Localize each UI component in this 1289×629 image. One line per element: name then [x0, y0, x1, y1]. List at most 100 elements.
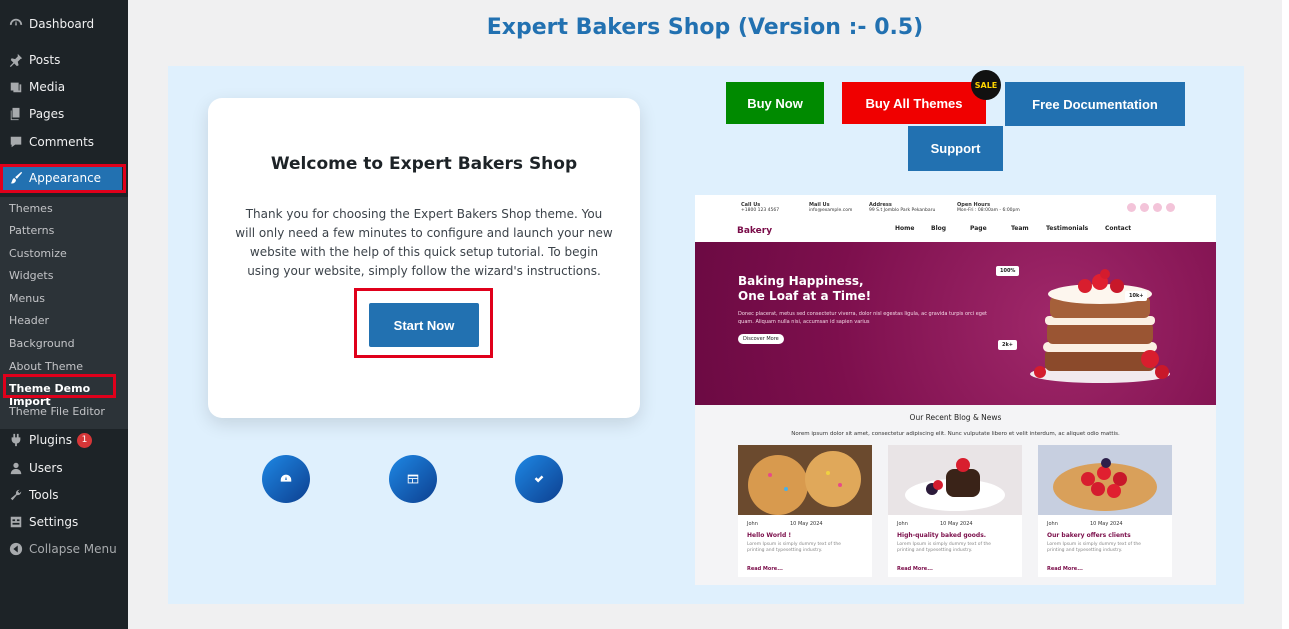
preview-card-title: High-quality baked goods. — [897, 532, 987, 539]
support-button[interactable]: Support — [908, 126, 1003, 171]
free-documentation-button[interactable]: Free Documentation — [1005, 82, 1185, 126]
preview-logo: Bakery — [737, 226, 773, 236]
submenu-patterns[interactable]: Patterns — [9, 224, 54, 237]
preview-mail: Mail Us info@example.com — [809, 203, 852, 214]
menu-media-label: Media — [29, 80, 66, 94]
preview-hero-title-line1: Baking Happiness, — [738, 274, 864, 288]
menu-plugins-label: Plugins — [29, 433, 72, 447]
preview-card-read-more: Read More... — [1047, 566, 1083, 572]
submenu-about-theme[interactable]: About Theme — [9, 360, 83, 373]
start-now-button[interactable]: Start Now — [369, 303, 479, 347]
preview-card-author: John — [1047, 521, 1058, 527]
menu-users-label: Users — [29, 461, 63, 475]
preview-nav-team: Team — [1011, 225, 1029, 232]
submenu-customize[interactable]: Customize — [9, 247, 67, 260]
cookies-image — [738, 445, 872, 515]
preview-hours-value: Mon-Fri : 08:00am - 6:00pm — [957, 208, 1020, 213]
menu-comments-label: Comments — [29, 135, 95, 149]
menu-plugins[interactable]: Plugins 1 — [0, 426, 128, 454]
preview-stat-100: 100% — [996, 266, 1020, 276]
menu-dashboard[interactable]: Dashboard — [0, 10, 128, 38]
submenu-header[interactable]: Header — [9, 314, 49, 327]
preview-card-title: Our bakery offers clients — [1047, 532, 1131, 539]
chocolate-cake-image — [888, 445, 1022, 515]
cake-illustration — [1030, 269, 1170, 383]
preview-nav-blog: Blog — [931, 225, 947, 232]
submenu-background[interactable]: Background — [9, 337, 75, 350]
youtube-icon — [1166, 203, 1175, 212]
plugin-icon — [8, 432, 24, 448]
menu-settings[interactable]: Settings — [0, 508, 128, 536]
instagram-icon — [1153, 203, 1162, 212]
menu-dashboard-label: Dashboard — [29, 17, 95, 31]
preview-hero-title: Baking Happiness, One Loaf at a Time! — [738, 274, 871, 304]
submenu-theme-file-editor[interactable]: Theme File Editor — [9, 405, 105, 418]
preview-card-date: 10 May 2024 — [1090, 521, 1123, 527]
admin-sidebar: Dashboard Posts Media Pages Comments App… — [0, 0, 128, 629]
menu-comments[interactable]: Comments — [0, 128, 128, 156]
preview-card-title: Hello World ! — [747, 532, 792, 539]
submenu-menus[interactable]: Menus — [9, 292, 45, 305]
demo-import-highlight — [3, 374, 116, 398]
sale-badge: SALE — [971, 70, 1001, 100]
preview-header: Call Us +1800 123 4567 Mail Us info@exampl… — [695, 195, 1216, 242]
menu-users[interactable]: Users — [0, 454, 128, 482]
menu-media[interactable]: Media — [0, 73, 128, 101]
preview-discover-button: Discover More — [738, 334, 784, 344]
buy-now-button[interactable]: Buy Now — [726, 82, 824, 124]
strawberry-tart-image — [1038, 445, 1172, 515]
welcome-card: Welcome to Expert Bakers Shop Thank you … — [208, 98, 640, 418]
preview-card-read-more: Read More... — [897, 566, 933, 572]
buy-all-themes-button[interactable]: Buy All Themes — [842, 82, 986, 124]
preview-address: Address 99 S.t Jomblo Park Pekanbaru — [869, 203, 936, 214]
page-title: Expert Bakers Shop (Version :- 0.5) — [486, 15, 924, 40]
preview-nav-home: Home — [895, 225, 915, 232]
preview-stat-10k: 10k+ — [1125, 291, 1148, 301]
preview-card-date: 10 May 2024 — [940, 521, 973, 527]
preview-blog-subtitle: Norem ipsum dolor sit amet, consectetur … — [791, 431, 1120, 437]
preview-nav-contact: Contact — [1105, 225, 1132, 232]
menu-collapse-label: Collapse Menu — [29, 542, 117, 556]
preview-card-text: Lorem Ipsum is simply dummy text of the … — [897, 542, 991, 553]
preview-blog-title: Our Recent Blog & News — [909, 413, 1002, 422]
welcome-title: Welcome to Expert Bakers Shop — [270, 154, 578, 174]
window-scrollbar[interactable] — [1282, 0, 1289, 629]
preview-card-text: Lorem Ipsum is simply dummy text of the … — [1047, 542, 1141, 553]
user-icon — [8, 460, 24, 476]
preview-call: Call Us +1800 123 4567 — [741, 203, 780, 214]
appearance-highlight — [0, 164, 126, 193]
step-checkmark-icon[interactable] — [515, 455, 563, 503]
preview-call-value: +1800 123 4567 — [741, 208, 780, 213]
plugins-update-badge: 1 — [76, 432, 92, 448]
submenu-widgets[interactable]: Widgets — [9, 269, 53, 282]
preview-hero: Baking Happiness, One Loaf at a Time! Do… — [695, 242, 1216, 405]
step-dashboard-icon[interactable] — [262, 455, 310, 503]
preview-blog-card: John 10 May 2024 High-quality baked good… — [888, 445, 1022, 577]
settings-icon — [8, 514, 24, 530]
preview-blog-card: John 10 May 2024 Our bakery offers clien… — [1038, 445, 1172, 577]
preview-card-date: 10 May 2024 — [790, 521, 823, 527]
menu-tools[interactable]: Tools — [0, 481, 128, 509]
comment-icon — [8, 134, 24, 150]
preview-nav-testimonials: Testimonials — [1046, 225, 1089, 232]
menu-settings-label: Settings — [29, 515, 79, 529]
preview-address-value: 99 S.t Jomblo Park Pekanbaru — [869, 208, 936, 213]
step-layout-icon[interactable] — [389, 455, 437, 503]
preview-card-text: Lorem Ipsum is simply dummy text of the … — [747, 542, 841, 553]
preview-hero-text: Donec placerat, metus sed consectetur vi… — [738, 311, 987, 325]
collapse-icon — [8, 541, 24, 557]
menu-tools-label: Tools — [29, 488, 59, 502]
submenu-themes[interactable]: Themes — [9, 202, 53, 215]
welcome-text: Thank you for choosing the Expert Bakers… — [235, 207, 613, 278]
preview-blog-card: John 10 May 2024 Hello World ! Lorem Ips… — [738, 445, 872, 577]
preview-hours: Open Hours Mon-Fri : 08:00am - 6:00pm — [957, 203, 1020, 214]
preview-stat-2k: 2k+ — [998, 340, 1017, 350]
menu-pages[interactable]: Pages — [0, 100, 128, 128]
preview-card-author: John — [747, 521, 758, 527]
menu-posts[interactable]: Posts — [0, 46, 128, 74]
menu-pages-label: Pages — [29, 107, 65, 121]
menu-collapse[interactable]: Collapse Menu — [0, 535, 128, 563]
preview-card-read-more: Read More... — [747, 566, 783, 572]
theme-preview-screenshot: Call Us +1800 123 4567 Mail Us info@exampl… — [695, 195, 1216, 585]
wrench-icon — [8, 487, 24, 503]
